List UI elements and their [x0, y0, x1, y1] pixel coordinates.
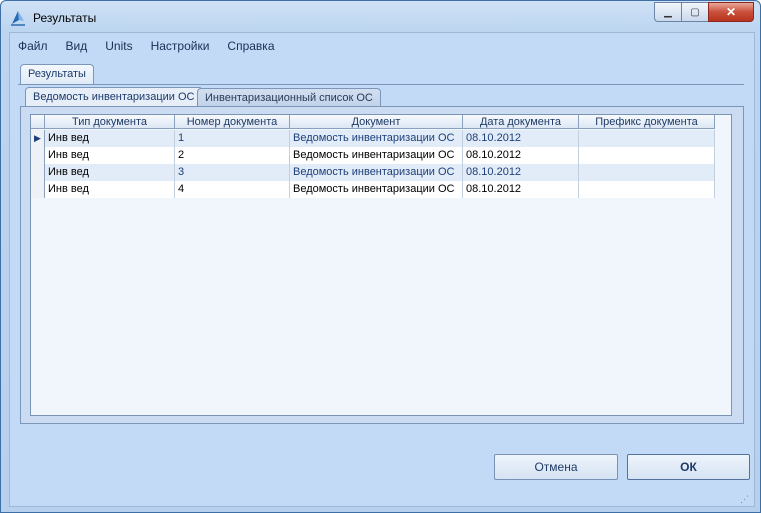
column-header-document[interactable]: Документ — [290, 115, 463, 129]
minimize-icon: ▁ — [664, 6, 672, 18]
results-window: Результаты ▁ ▢ ✕ Файл Вид Units Настройк… — [0, 0, 761, 513]
tab-results[interactable]: Результаты — [20, 64, 94, 85]
menu-settings[interactable]: Настройки — [142, 33, 219, 57]
close-icon: ✕ — [725, 5, 737, 19]
cell-number[interactable]: 3 — [175, 164, 290, 181]
menu-view[interactable]: Вид — [57, 33, 97, 57]
menu-units[interactable]: Units — [96, 33, 141, 57]
row-selected-indicator[interactable]: ▶ — [31, 130, 45, 147]
cell-number[interactable]: 2 — [175, 147, 290, 164]
table-row[interactable]: Инв вед 4 Ведомость инвентаризации ОС 08… — [31, 181, 715, 198]
tab-divider — [18, 84, 744, 85]
row-selector-header — [31, 115, 45, 129]
maximize-button[interactable]: ▢ — [681, 2, 708, 22]
column-header-number[interactable]: Номер документа — [175, 115, 290, 129]
cell-type[interactable]: Инв вед — [45, 181, 175, 198]
cell-document[interactable]: Ведомость инвентаризации ОС — [290, 181, 463, 198]
grid-header: Тип документа Номер документа Документ Д… — [31, 115, 715, 130]
tab-inventory-list[interactable]: Инвентаризационный список ОС — [197, 88, 381, 106]
cell-prefix[interactable] — [579, 164, 715, 181]
close-button[interactable]: ✕ — [708, 2, 754, 22]
client-area: Файл Вид Units Настройки Справка Результ… — [9, 32, 755, 507]
column-header-type[interactable]: Тип документа — [45, 115, 175, 129]
cell-prefix[interactable] — [579, 147, 715, 164]
menu-help[interactable]: Справка — [218, 33, 283, 57]
app-logo-icon — [11, 11, 25, 26]
table-row[interactable]: Инв вед 2 Ведомость инвентаризации ОС 08… — [31, 147, 715, 164]
table-row[interactable]: Инв вед 3 Ведомость инвентаризации ОС 08… — [31, 164, 715, 181]
cell-date[interactable]: 08.10.2012 — [463, 147, 579, 164]
cell-document[interactable]: Ведомость инвентаризации ОС — [290, 147, 463, 164]
cell-date[interactable]: 08.10.2012 — [463, 164, 579, 181]
cell-type[interactable]: Инв вед — [45, 130, 175, 147]
menu-file[interactable]: Файл — [10, 33, 57, 57]
cell-prefix[interactable] — [579, 130, 715, 147]
maximize-icon: ▢ — [690, 6, 700, 18]
cell-type[interactable]: Инв вед — [45, 164, 175, 181]
cell-document[interactable]: Ведомость инвентаризации ОС — [290, 130, 463, 147]
tab-panel: Тип документа Номер документа Документ Д… — [20, 106, 744, 424]
ok-button[interactable]: ОК — [627, 454, 750, 480]
table-row[interactable]: ▶ Инв вед 1 Ведомость инвентаризации ОС … — [31, 130, 715, 147]
resize-grip-icon[interactable]: ⋰ — [740, 494, 750, 504]
column-header-date[interactable]: Дата документа — [463, 115, 579, 129]
menu-bar: Файл Вид Units Настройки Справка — [10, 33, 284, 57]
window-title: Результаты — [33, 11, 97, 25]
cancel-button[interactable]: Отмена — [494, 454, 618, 480]
cell-number[interactable]: 4 — [175, 181, 290, 198]
cell-date[interactable]: 08.10.2012 — [463, 181, 579, 198]
tab-inventory-statement[interactable]: Ведомость инвентаризации ОС — [25, 87, 203, 107]
cell-type[interactable]: Инв вед — [45, 147, 175, 164]
minimize-button[interactable]: ▁ — [654, 2, 681, 22]
column-header-prefix[interactable]: Префикс документа — [579, 115, 715, 129]
row-selector[interactable] — [31, 147, 45, 164]
documents-grid[interactable]: Тип документа Номер документа Документ Д… — [30, 114, 732, 416]
grid-rows: ▶ Инв вед 1 Ведомость инвентаризации ОС … — [31, 130, 715, 198]
cell-prefix[interactable] — [579, 181, 715, 198]
row-selector[interactable] — [31, 181, 45, 198]
cell-date[interactable]: 08.10.2012 — [463, 130, 579, 147]
cell-document[interactable]: Ведомость инвентаризации ОС — [290, 164, 463, 181]
row-selector[interactable] — [31, 164, 45, 181]
cell-number[interactable]: 1 — [175, 130, 290, 147]
title-bar[interactable]: Результаты ▁ ▢ ✕ — [1, 1, 760, 33]
